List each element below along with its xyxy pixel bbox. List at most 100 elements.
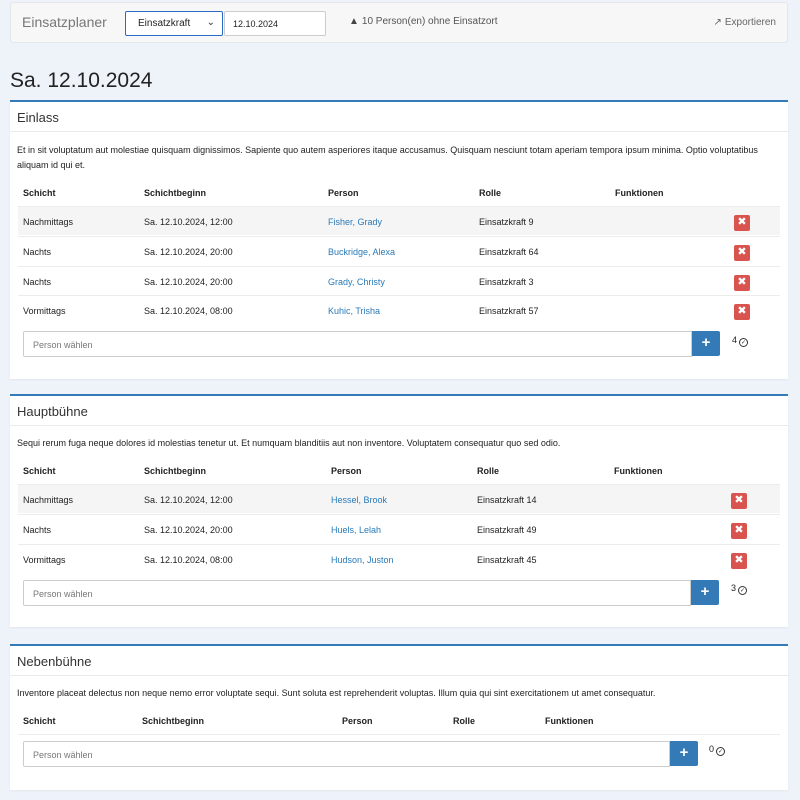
person-link[interactable]: Buckridge, Alexa xyxy=(328,247,395,257)
table-row: Nachts Sa. 12.10.2024, 20:00 Buckridge, … xyxy=(18,236,780,265)
column-header-person: Person xyxy=(328,188,359,198)
shift-cell: Vormittags xyxy=(23,555,66,565)
table-row: Nachmittags Sa. 12.10.2024, 12:00 Hessel… xyxy=(18,484,780,513)
start-cell: Sa. 12.10.2024, 20:00 xyxy=(144,525,233,535)
column-header-start: Schichtbeginn xyxy=(144,188,207,198)
warning-triangle-icon: ▲ xyxy=(349,16,359,27)
page-title: Sa. 12.10.2024 xyxy=(10,69,153,92)
remove-button[interactable]: ✖ xyxy=(731,553,747,569)
start-cell: Sa. 12.10.2024, 12:00 xyxy=(144,217,233,227)
column-header-functions: Funktionen xyxy=(615,188,664,198)
shift-cell: Nachts xyxy=(23,277,52,287)
remove-button[interactable]: ✖ xyxy=(731,523,747,539)
role-cell: Einsatzkraft 14 xyxy=(477,495,537,505)
shift-cell: Nachts xyxy=(23,525,52,535)
person-select[interactable]: Person wählen xyxy=(23,580,691,606)
date-input[interactable]: 12.10.2024 xyxy=(224,11,326,36)
person-select[interactable]: Person wählen xyxy=(23,331,692,357)
column-header-functions: Funktionen xyxy=(545,716,594,726)
role-cell: Einsatzkraft 45 xyxy=(477,555,537,565)
column-header-shift: Schicht xyxy=(23,716,56,726)
divider xyxy=(10,131,788,132)
close-icon: ✖ xyxy=(734,524,744,536)
start-cell: Sa. 12.10.2024, 08:00 xyxy=(144,306,233,316)
unassigned-warning-text: 10 Person(en) ohne Einsatzort xyxy=(361,16,498,27)
assigned-count-value: 3 xyxy=(731,583,737,593)
assigned-count-value: 4 xyxy=(732,335,738,345)
close-icon: ✖ xyxy=(734,554,744,566)
check-circle-icon: ✓ xyxy=(739,338,749,347)
person-select[interactable]: Person wählen xyxy=(23,741,670,767)
panel-description: Sequi rerum fuga neque dolores id molest… xyxy=(17,438,561,448)
remove-button[interactable]: ✖ xyxy=(734,215,750,231)
table-row: Nachts Sa. 12.10.2024, 20:00 Huels, Lela… xyxy=(18,514,780,543)
export-label: Exportieren xyxy=(724,17,776,28)
person-link[interactable]: Hudson, Juston xyxy=(331,555,394,565)
start-cell: Sa. 12.10.2024, 20:00 xyxy=(144,247,233,257)
role-filter-select[interactable]: Einsatzkraft ⌄ xyxy=(125,11,223,36)
location-panel-hauptbuehne: Hauptbühne Sequi rerum fuga neque dolore… xyxy=(10,394,788,627)
assigned-count: 4 ✓ xyxy=(732,335,749,347)
remove-button[interactable]: ✖ xyxy=(731,493,747,509)
person-link[interactable]: Grady, Christy xyxy=(328,277,385,287)
top-navbar: Einsatzplaner Einsatzkraft ⌄ 12.10.2024 … xyxy=(10,2,788,43)
role-cell: Einsatzkraft 49 xyxy=(477,525,537,535)
column-header-functions: Funktionen xyxy=(614,466,663,476)
remove-button[interactable]: ✖ xyxy=(734,245,750,261)
add-person-button[interactable]: + xyxy=(692,331,720,356)
person-link[interactable]: Kuhic, Trisha xyxy=(328,306,380,316)
column-header-role: Rolle xyxy=(477,466,500,476)
close-icon: ✖ xyxy=(737,305,747,317)
column-header-person: Person xyxy=(331,466,362,476)
app-brand[interactable]: Einsatzplaner xyxy=(22,14,107,30)
panel-title: Nebenbühne xyxy=(17,654,92,669)
column-header-start: Schichtbeginn xyxy=(142,716,205,726)
location-panel-einlass: Einlass Et in sit voluptatum aut molesti… xyxy=(10,100,788,379)
person-link[interactable]: Hessel, Brook xyxy=(331,495,387,505)
add-person-button[interactable]: + xyxy=(670,741,698,766)
role-cell: Einsatzkraft 57 xyxy=(479,306,539,316)
close-icon: ✖ xyxy=(737,216,747,228)
export-link[interactable]: ↗ Exportieren xyxy=(713,17,776,28)
panel-title: Hauptbühne xyxy=(17,404,88,419)
panel-description: Inventore placeat delectus non neque nem… xyxy=(17,688,656,698)
person-link[interactable]: Fisher, Grady xyxy=(328,217,382,227)
plus-icon: + xyxy=(701,334,711,351)
table-row: Vormittags Sa. 12.10.2024, 08:00 Kuhic, … xyxy=(18,295,780,324)
role-cell: Einsatzkraft 3 xyxy=(479,277,534,287)
remove-button[interactable]: ✖ xyxy=(734,275,750,291)
location-panel-nebenbuehne: Nebenbühne Inventore placeat delectus no… xyxy=(10,644,788,790)
table-row: Vormittags Sa. 12.10.2024, 08:00 Hudson,… xyxy=(18,544,780,573)
unassigned-warning: ▲ 10 Person(en) ohne Einsatzort xyxy=(349,16,498,27)
start-cell: Sa. 12.10.2024, 20:00 xyxy=(144,277,233,287)
divider xyxy=(10,675,788,676)
table-row: Nachts Sa. 12.10.2024, 20:00 Grady, Chri… xyxy=(18,266,780,295)
shift-cell: Nachts xyxy=(23,247,52,257)
role-filter-value: Einsatzkraft xyxy=(138,18,191,29)
assigned-count-value: 0 xyxy=(709,744,715,754)
person-link[interactable]: Huels, Lelah xyxy=(331,525,381,535)
column-header-shift: Schicht xyxy=(23,188,56,198)
remove-button[interactable]: ✖ xyxy=(734,304,750,320)
panel-description: Et in sit voluptatum aut molestiae quisq… xyxy=(17,145,758,170)
column-header-role: Rolle xyxy=(453,716,476,726)
assigned-count: 3 ✓ xyxy=(731,583,748,595)
shift-cell: Vormittags xyxy=(23,306,66,316)
column-header-role: Rolle xyxy=(479,188,502,198)
table-header-divider xyxy=(18,734,780,735)
role-cell: Einsatzkraft 64 xyxy=(479,247,539,257)
plus-icon: + xyxy=(679,744,689,761)
start-cell: Sa. 12.10.2024, 08:00 xyxy=(144,555,233,565)
column-header-start: Schichtbeginn xyxy=(144,466,207,476)
add-person-button[interactable]: + xyxy=(691,580,719,605)
table-row: Nachmittags Sa. 12.10.2024, 12:00 Fisher… xyxy=(18,206,780,235)
chevron-down-icon: ⌄ xyxy=(206,17,215,28)
close-icon: ✖ xyxy=(737,246,747,258)
plus-icon: + xyxy=(700,583,710,600)
assigned-count: 0 ✓ xyxy=(709,744,726,756)
shift-cell: Nachmittags xyxy=(23,217,74,227)
divider xyxy=(10,425,788,426)
check-circle-icon: ✓ xyxy=(738,586,748,595)
check-circle-icon: ✓ xyxy=(716,747,726,756)
column-header-person: Person xyxy=(342,716,373,726)
